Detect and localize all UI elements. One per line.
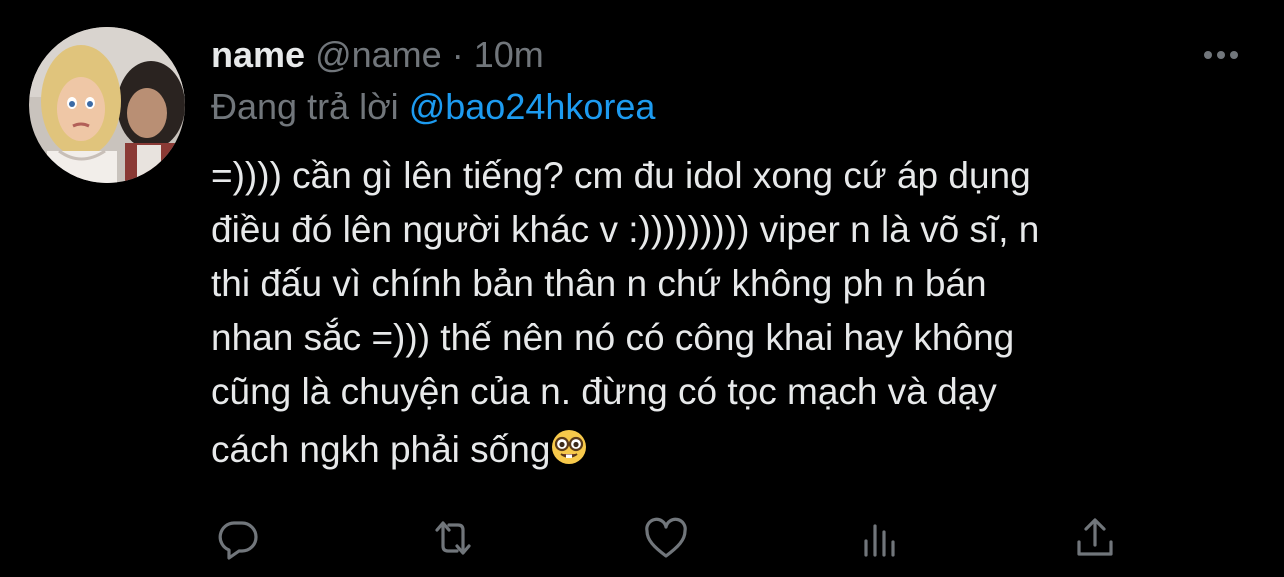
- retweet-icon[interactable]: [427, 512, 479, 564]
- tweet-line: thi đấu vì chính bản thân n chứ không ph…: [211, 263, 987, 304]
- tweet-line: cách ngkh phải sống: [211, 429, 551, 470]
- author-handle[interactable]: @name: [315, 34, 442, 75]
- more-options-icon[interactable]: [1196, 40, 1246, 70]
- author-display-name[interactable]: name: [211, 34, 305, 75]
- nerd-face-emoji-icon: [550, 427, 588, 465]
- tweet-line: điều đó lên người khác v :))))))))) vipe…: [211, 209, 1040, 250]
- tweet-header: name @name · 10m: [211, 33, 544, 77]
- tweet-line-last: cách ngkh phải sống: [211, 423, 1251, 477]
- tweet-line: =)))) cần gì lên tiếng? cm đu idol xong …: [211, 155, 1031, 196]
- share-icon[interactable]: [1069, 512, 1121, 564]
- tweet-line: cũng là chuyện của n. đừng có tọc mạch v…: [211, 371, 997, 412]
- reply-icon[interactable]: [212, 512, 264, 564]
- analytics-icon[interactable]: [855, 512, 907, 564]
- heart-icon[interactable]: [640, 512, 692, 564]
- tweet-action-bar: [0, 512, 1284, 564]
- tweet-line: nhan sắc =))) thế nên nó có công khai ha…: [211, 317, 1015, 358]
- avatar[interactable]: [29, 27, 185, 183]
- tweet-timestamp[interactable]: 10m: [474, 34, 544, 75]
- replying-to-label: Đang trả lời: [211, 86, 399, 127]
- replying-to: Đang trả lời @bao24hkorea: [211, 85, 655, 129]
- header-separator: ·: [451, 34, 464, 75]
- tweet-text: =)))) cần gì lên tiếng? cm đu idol xong …: [211, 149, 1251, 477]
- reply-mention-link[interactable]: @bao24hkorea: [409, 86, 656, 127]
